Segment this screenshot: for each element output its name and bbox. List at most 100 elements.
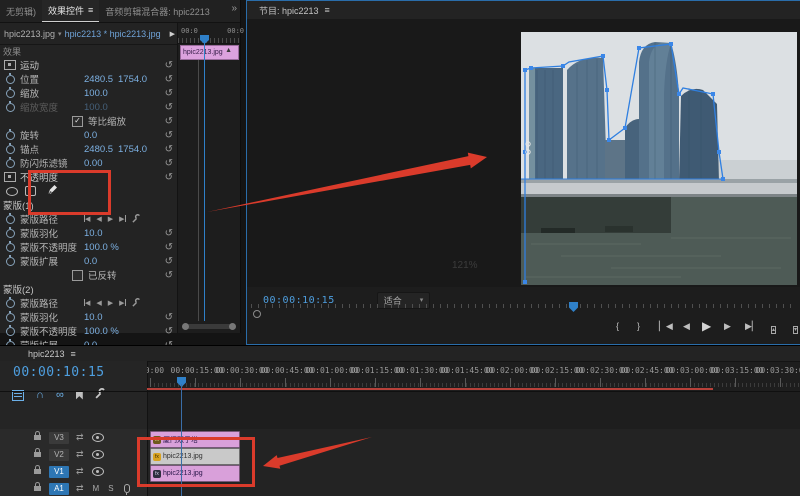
- fx-row-mask2-header[interactable]: 蒙版(2): [0, 282, 178, 296]
- reset-icon[interactable]: ↺: [165, 159, 173, 168]
- go-to-in-button[interactable]: ▏◀: [659, 321, 673, 332]
- fx-row-uniform-scale[interactable]: ✓ 等比缩放 ↺: [0, 114, 178, 128]
- stopwatch-icon[interactable]: [6, 75, 15, 84]
- fx-row-antiflicker[interactable]: 防闪烁滤镜 0.00 ↺: [0, 156, 178, 170]
- fx-mini-timeline[interactable]: 00:0 00:0 hpic2213.jpg ▲: [177, 23, 240, 333]
- reset-icon[interactable]: ↺: [165, 131, 173, 140]
- play-button[interactable]: ▶: [702, 319, 711, 333]
- panel-menu-icon[interactable]: ≡: [325, 5, 330, 15]
- tab-audio-clip-mixer[interactable]: 音频剪辑混合器: hpic2213: [99, 0, 216, 22]
- stopwatch-icon[interactable]: [6, 89, 15, 98]
- mask-tracking-settings-icon[interactable]: [132, 298, 141, 309]
- stopwatch-icon[interactable]: [6, 229, 15, 238]
- sync-lock-icon[interactable]: ⇄: [76, 449, 84, 460]
- program-preview-image[interactable]: [521, 32, 797, 285]
- sync-lock-icon[interactable]: ⇄: [76, 432, 84, 443]
- position-y-value[interactable]: 1754.0: [118, 74, 152, 85]
- track-mask-forward-one-icon[interactable]: ▶: [119, 299, 125, 307]
- uniform-scale-checkbox[interactable]: ✓: [72, 116, 83, 127]
- ellipse-mask-tool-icon[interactable]: [6, 187, 18, 196]
- mark-out-button[interactable]: }: [637, 321, 640, 331]
- mask1-expansion-value[interactable]: 0.0: [84, 256, 118, 267]
- reset-icon[interactable]: ↺: [165, 173, 173, 182]
- fx-row-mask1-opacity[interactable]: 蒙版不透明度 100.0 % ↺: [0, 240, 178, 254]
- lift-button[interactable]: ▴: [771, 323, 776, 334]
- lock-icon[interactable]: [34, 486, 41, 491]
- timeline-timecode[interactable]: 00:00:10:15: [13, 365, 105, 380]
- fx-row-anchor[interactable]: 锚点 2480.5 1754.0 ↺: [0, 142, 178, 156]
- fx-row-mask2-opacity[interactable]: 蒙版不透明度 100.0 % ↺: [0, 324, 178, 338]
- reset-icon[interactable]: ↺: [165, 271, 173, 280]
- stopwatch-icon[interactable]: [6, 299, 15, 308]
- lock-icon[interactable]: [34, 452, 41, 457]
- extract-button[interactable]: ▾: [793, 323, 798, 334]
- panel-menu-icon[interactable]: ≡: [88, 5, 93, 15]
- panel-menu-icon[interactable]: ≡: [71, 349, 76, 359]
- fx-row-position[interactable]: 位置 2480.5 1754.0 ↺: [0, 72, 178, 86]
- tab-source-clip[interactable]: 无剪辑): [0, 0, 42, 22]
- mask2-opacity-value[interactable]: 100.0 %: [84, 326, 119, 337]
- timeline-tab[interactable]: hpic2213: [28, 349, 65, 359]
- lock-icon[interactable]: [34, 435, 41, 440]
- expand-right-icon[interactable]: ▶: [170, 30, 175, 38]
- track-mask-forward-icon[interactable]: ▶: [108, 299, 113, 307]
- reset-icon[interactable]: ↺: [165, 229, 173, 238]
- rotation-value[interactable]: 0.0: [84, 130, 118, 141]
- reset-icon[interactable]: ↺: [165, 103, 173, 112]
- fx-mini-ruler[interactable]: 00:0 00:0: [178, 23, 240, 44]
- sync-lock-icon[interactable]: ⇄: [76, 466, 84, 477]
- antiflicker-value[interactable]: 0.00: [84, 158, 118, 169]
- reset-icon[interactable]: ↺: [165, 327, 173, 336]
- lock-icon[interactable]: [34, 469, 41, 474]
- stopwatch-icon[interactable]: [6, 327, 15, 336]
- mask1-feather-value[interactable]: 10.0: [84, 228, 118, 239]
- mark-in-button[interactable]: {: [616, 321, 619, 331]
- fx-row-mask1-feather[interactable]: 蒙版羽化 10.0 ↺: [0, 226, 178, 240]
- reset-icon[interactable]: ↺: [165, 75, 173, 84]
- track-mask-forward-one-icon[interactable]: ▶: [119, 215, 125, 223]
- timeline-ruler[interactable]: 00:00 00:00:15:00 00:00:30:00 00:00:45:0…: [147, 361, 800, 389]
- toggle-output-eye-icon[interactable]: [92, 467, 104, 476]
- mask2-feather-value[interactable]: 10.0: [84, 312, 118, 323]
- fx-row-motion[interactable]: 运动 ↺: [0, 58, 178, 72]
- program-scrubber[interactable]: [251, 304, 795, 313]
- stopwatch-icon[interactable]: [6, 131, 15, 140]
- stopwatch-icon[interactable]: [6, 215, 15, 224]
- program-viewer[interactable]: 121%: [247, 19, 800, 287]
- timeline-settings-wrench-icon[interactable]: [95, 386, 106, 404]
- track-mask-backward-icon[interactable]: ◀: [96, 215, 101, 223]
- reset-icon[interactable]: ↺: [165, 117, 173, 126]
- position-x-value[interactable]: 2480.5: [84, 74, 118, 85]
- reset-icon[interactable]: ↺: [165, 257, 173, 266]
- reset-icon[interactable]: ↺: [165, 89, 173, 98]
- go-to-out-button[interactable]: ▶▏: [745, 321, 759, 332]
- sequence-clip-ref[interactable]: hpic2213 * hpic2213.jpg: [65, 29, 161, 39]
- chevron-down-icon[interactable]: ▾: [58, 30, 62, 38]
- fx-row-mask1-expansion[interactable]: 蒙版扩展 0.0 ↺: [0, 254, 178, 268]
- reset-icon[interactable]: ↺: [165, 243, 173, 252]
- toggle-output-eye-icon[interactable]: [92, 450, 104, 459]
- mute-button[interactable]: M: [93, 484, 100, 493]
- stopwatch-icon[interactable]: [6, 313, 15, 322]
- sync-lock-icon[interactable]: ⇄: [76, 483, 84, 494]
- track-mask-forward-icon[interactable]: ▶: [108, 215, 113, 223]
- track-target-v3[interactable]: V3: [49, 432, 69, 444]
- track-mask-backward-icon[interactable]: ◀: [96, 299, 101, 307]
- scrubber-start-knob[interactable]: [253, 310, 261, 318]
- stopwatch-icon[interactable]: [6, 159, 15, 168]
- stopwatch-icon[interactable]: [6, 145, 15, 154]
- anchor-x-value[interactable]: 2480.5: [84, 144, 118, 155]
- track-target-v1[interactable]: V1: [49, 466, 69, 478]
- stopwatch-icon[interactable]: [6, 243, 15, 252]
- step-forward-button[interactable]: ▶: [724, 321, 731, 332]
- reset-icon[interactable]: ↺: [165, 313, 173, 322]
- anchor-y-value[interactable]: 1754.0: [118, 144, 152, 155]
- reset-icon[interactable]: ↺: [165, 61, 173, 70]
- fx-row-mask1-inverted[interactable]: 已反转 ↺: [0, 268, 178, 282]
- tab-effect-controls[interactable]: 效果控件 ≡: [42, 0, 99, 23]
- solo-button[interactable]: S: [108, 484, 113, 493]
- collapse-up-icon[interactable]: ▲: [225, 47, 232, 54]
- stopwatch-icon[interactable]: [6, 257, 15, 266]
- fx-zoom-scrollbar[interactable]: [182, 324, 236, 329]
- source-clip-name[interactable]: hpic2213.jpg: [4, 29, 55, 39]
